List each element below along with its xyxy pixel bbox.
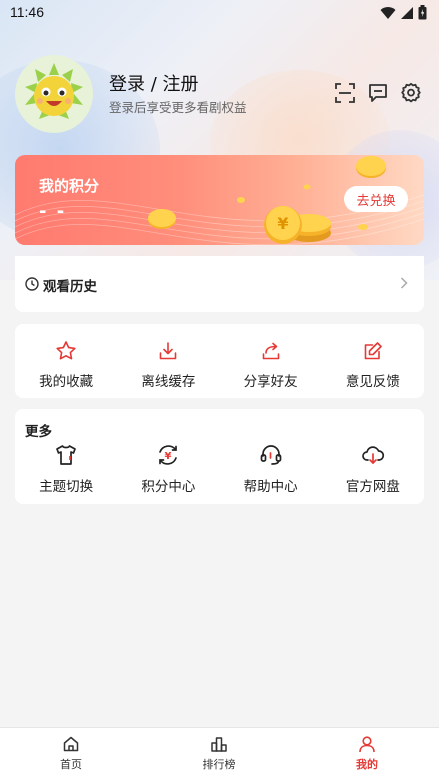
- quick-actions-card: 我的收藏 离线缓存 分享好友 意见反馈: [15, 324, 424, 398]
- theme-switch-button[interactable]: 主题切换: [15, 443, 117, 495]
- headset-icon: [260, 445, 281, 465]
- download-icon: [160, 342, 177, 360]
- status-bar: 11:46: [0, 0, 439, 26]
- offline-cache-button[interactable]: 离线缓存: [117, 340, 219, 390]
- points-title: 我的积分: [39, 177, 100, 195]
- shirt-icon: [56, 445, 76, 465]
- quick-action-label: 我的收藏: [39, 374, 94, 390]
- login-subtitle: 登录后享受更多看剧权益: [109, 100, 247, 115]
- official-cloud-drive-button[interactable]: 官方网盘: [322, 443, 424, 495]
- clock-icon: [25, 277, 39, 291]
- more-item-label: 主题切换: [39, 479, 94, 495]
- tab-mine[interactable]: 我的: [337, 735, 397, 772]
- bottom-tab-bar: 首页 排行榜 我的: [0, 727, 439, 780]
- redeem-button[interactable]: 去兑换: [344, 186, 408, 212]
- feedback-icon: [364, 342, 382, 360]
- points-card[interactable]: ¥ 我的积分 - - 去兑换: [15, 155, 424, 245]
- tab-home[interactable]: 首页: [41, 735, 101, 772]
- avatar[interactable]: [15, 55, 93, 133]
- quick-action-label: 意见反馈: [345, 374, 400, 390]
- svg-text:¥: ¥: [277, 214, 288, 233]
- share-friends-button[interactable]: 分享好友: [220, 340, 322, 390]
- quick-actions-grid: 我的收藏 离线缓存 分享好友 意见反馈: [15, 340, 424, 390]
- more-item-label: 积分中心: [141, 479, 196, 495]
- help-center-button[interactable]: 帮助中心: [220, 443, 322, 495]
- svg-text:¥: ¥: [165, 451, 172, 462]
- ranking-icon: [211, 737, 227, 752]
- status-icons: [380, 5, 427, 20]
- share-icon: [262, 342, 279, 360]
- battery-icon: [418, 5, 427, 20]
- more-title: 更多: [25, 424, 52, 440]
- message-icon[interactable]: [367, 82, 389, 104]
- star-icon: [56, 341, 76, 360]
- status-time: 11:46: [10, 4, 44, 20]
- points-center-icon: ¥: [159, 445, 178, 465]
- quick-action-label: 离线缓存: [141, 374, 196, 390]
- tab-label: 排行榜: [202, 758, 236, 771]
- tab-ranking[interactable]: 排行榜: [189, 735, 249, 772]
- scan-icon[interactable]: [334, 82, 356, 104]
- signal-icon: [401, 6, 413, 19]
- chevron-right-icon: [400, 277, 408, 289]
- tab-label: 首页: [60, 758, 82, 771]
- favorites-button[interactable]: 我的收藏: [15, 340, 117, 390]
- watch-history-row[interactable]: 观看历史: [15, 256, 424, 312]
- quick-action-label: 分享好友: [243, 374, 298, 390]
- points-value: - -: [39, 201, 67, 222]
- more-card: 更多 主题切换 ¥ 积分中心 帮助中心 官方网盘: [15, 409, 424, 504]
- more-item-label: 官方网盘: [345, 479, 400, 495]
- user-icon: [359, 736, 375, 753]
- wifi-icon: [380, 6, 396, 19]
- durian-mascot-icon: [25, 63, 83, 119]
- home-icon: [63, 736, 79, 752]
- feedback-button[interactable]: 意见反馈: [322, 340, 424, 390]
- cloud-download-icon: [362, 446, 384, 464]
- more-grid: 主题切换 ¥ 积分中心 帮助中心 官方网盘: [15, 443, 424, 495]
- tab-label: 我的: [356, 758, 378, 771]
- watch-history-label: 观看历史: [43, 279, 97, 295]
- more-item-label: 帮助中心: [243, 479, 298, 495]
- settings-icon[interactable]: [400, 82, 422, 104]
- points-center-button[interactable]: ¥ 积分中心: [117, 443, 219, 495]
- login-register-link[interactable]: 登录 / 注册: [109, 70, 199, 96]
